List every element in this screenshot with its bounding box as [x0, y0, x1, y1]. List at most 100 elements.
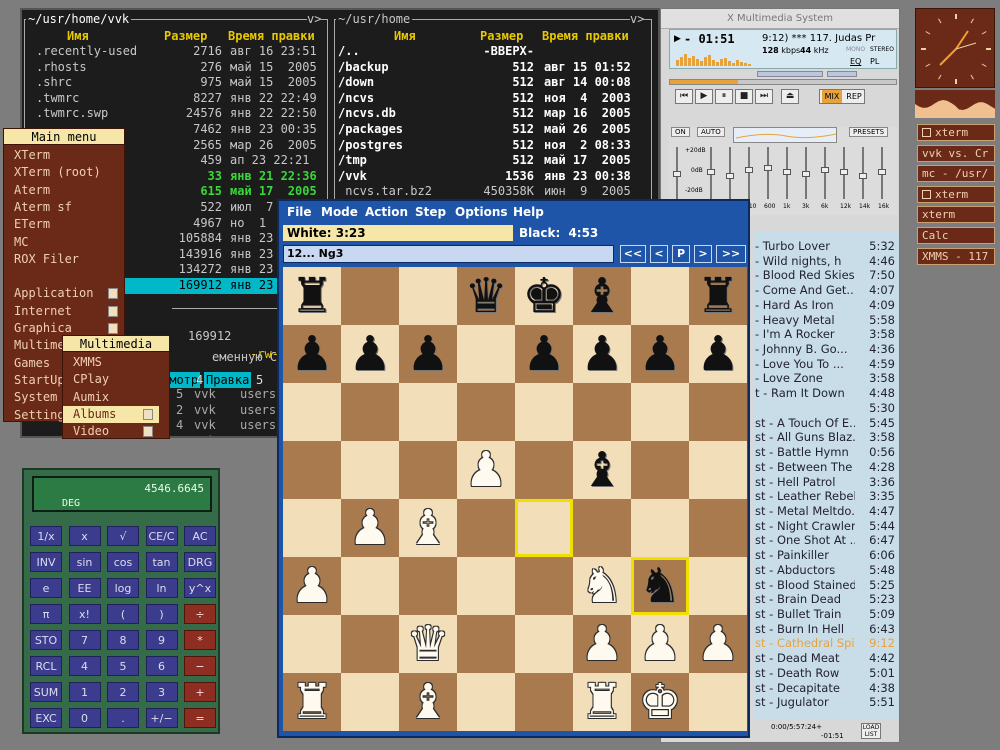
- board-square[interactable]: [341, 615, 399, 673]
- load-list-button[interactable]: LOAD LIST: [861, 723, 881, 739]
- board-square[interactable]: [515, 557, 573, 615]
- playlist-item[interactable]: st - Blood Stained 5:25: [753, 578, 899, 593]
- calc-button[interactable]: 1: [68, 682, 101, 702]
- calc-button[interactable]: STO: [30, 630, 62, 650]
- board-square[interactable]: [689, 383, 747, 441]
- xmms-volume-slider[interactable]: [757, 71, 823, 77]
- mc-right-row[interactable]: /ncvs.db 512 мар 16 2005: [334, 106, 652, 122]
- eq-slider-knob[interactable]: [859, 173, 867, 180]
- board-square[interactable]: [515, 441, 573, 499]
- board-square[interactable]: [515, 673, 573, 731]
- board-square[interactable]: [283, 441, 341, 499]
- black-pawn-icon[interactable]: ♟: [348, 326, 391, 382]
- calc-button[interactable]: INV: [30, 552, 62, 572]
- calc-button[interactable]: 6: [145, 656, 178, 676]
- board-square[interactable]: ♚: [631, 673, 689, 731]
- calc-button[interactable]: 9: [145, 630, 178, 650]
- board-square[interactable]: [631, 383, 689, 441]
- main-menu-item[interactable]: XTerm (root): [14, 164, 124, 181]
- calc-button[interactable]: *: [184, 630, 216, 650]
- eq-slider-track[interactable]: [767, 147, 769, 199]
- xmms-balance-slider[interactable]: [827, 71, 857, 77]
- playlist-item[interactable]: st - Leather Rebel 3:35: [753, 489, 899, 504]
- fkey-label[interactable]: Правка: [204, 372, 252, 388]
- board-square[interactable]: ♟: [341, 499, 399, 557]
- board-square[interactable]: [341, 441, 399, 499]
- calc-button[interactable]: EE: [68, 578, 101, 598]
- black-pawn-icon[interactable]: ♟: [638, 326, 681, 382]
- board-square[interactable]: [399, 557, 457, 615]
- mc-left-row[interactable]: .twmrc.swp 24576 янв 22 22:50: [24, 106, 328, 122]
- nav-button[interactable]: >: [694, 245, 712, 263]
- eq-presets-button[interactable]: PRESETS: [849, 127, 889, 137]
- black-rook-icon[interactable]: ♜: [696, 268, 739, 324]
- task-button[interactable]: Calc: [917, 227, 995, 244]
- mc-left-row[interactable]: .shrc 975 май 15 2005: [24, 75, 328, 91]
- playlist-item[interactable]: st - Metal Meltdo... 4:47: [753, 504, 899, 519]
- board-square[interactable]: ♟: [283, 325, 341, 383]
- board-square[interactable]: [341, 267, 399, 325]
- mc-left-row[interactable]: .rhosts 276 май 15 2005: [24, 60, 328, 76]
- board-square[interactable]: [457, 557, 515, 615]
- mc-right-row[interactable]: /ncvs 512 ноя 4 2003: [334, 91, 652, 107]
- board-square[interactable]: [515, 615, 573, 673]
- main-menu-item[interactable]: MC: [14, 234, 124, 251]
- board-square[interactable]: ♞: [631, 557, 689, 615]
- nav-button[interactable]: >>: [716, 245, 746, 263]
- calc-button[interactable]: EXC: [30, 708, 62, 728]
- playlist-item[interactable]: - Hard As Iron 4:09: [753, 298, 899, 313]
- eq-slider-knob[interactable]: [783, 169, 791, 175]
- board-square[interactable]: ♝: [573, 267, 631, 325]
- white-king-icon[interactable]: ♚: [638, 674, 681, 730]
- task-button[interactable]: vvk vs. Cr: [917, 144, 995, 162]
- nav-button[interactable]: <: [650, 245, 668, 263]
- calc-button[interactable]: RCL: [30, 656, 62, 676]
- board-square[interactable]: [689, 557, 747, 615]
- black-pawn-icon[interactable]: ♟: [696, 326, 739, 382]
- board-square[interactable]: [399, 383, 457, 441]
- white-pawn-icon[interactable]: ♟: [290, 558, 333, 614]
- chess-menu-item[interactable]: Step: [415, 205, 446, 219]
- calc-button[interactable]: −: [184, 656, 216, 676]
- xmms-rep-button[interactable]: REP: [844, 90, 864, 103]
- calc-button[interactable]: 1/x: [30, 526, 62, 546]
- chess-menu-item[interactable]: Help: [513, 205, 544, 219]
- black-pawn-icon[interactable]: ♟: [522, 326, 565, 382]
- white-knight-icon[interactable]: ♞: [580, 558, 623, 614]
- eq-slider-knob[interactable]: [726, 173, 734, 180]
- board-square[interactable]: ♛: [457, 267, 515, 325]
- board-square[interactable]: ♜: [283, 267, 341, 325]
- calc-button[interactable]: .: [107, 708, 139, 728]
- board-square[interactable]: [341, 673, 399, 731]
- board-square[interactable]: [689, 499, 747, 557]
- playlist-item[interactable]: st - Brain Dead 5:23: [753, 592, 899, 607]
- board-square[interactable]: ♟: [283, 557, 341, 615]
- playlist-item[interactable]: st - Dead Meat 4:42: [753, 651, 899, 666]
- board-square[interactable]: ♚: [515, 267, 573, 325]
- board-square[interactable]: [573, 499, 631, 557]
- playlist-item[interactable]: - I'm A Rocker 3:58: [753, 327, 899, 342]
- eject-icon[interactable]: ⏏: [781, 89, 799, 104]
- main-menu-item[interactable]: Aterm sf: [14, 199, 124, 216]
- mc-right-row[interactable]: /vvk 1536 янв 23 00:38: [334, 169, 652, 185]
- board-square[interactable]: ♟: [573, 615, 631, 673]
- mc-right-row[interactable]: /postgres 512 ноя 2 08:33: [334, 138, 652, 154]
- calc-button[interactable]: log: [107, 578, 139, 598]
- calc-button[interactable]: √: [107, 526, 139, 546]
- calc-button[interactable]: sin: [68, 552, 101, 572]
- playlist-item[interactable]: - Come And Get... 4:07: [753, 283, 899, 298]
- main-menu-item[interactable]: ROX Filer: [14, 251, 124, 268]
- playlist-item[interactable]: st - Painkiller 6:06: [753, 548, 899, 563]
- main-menu-item[interactable]: Application: [14, 285, 124, 302]
- eq-slider-knob[interactable]: [821, 166, 829, 173]
- multimedia-menu-item[interactable]: XMMS: [63, 354, 159, 371]
- calc-button[interactable]: 0: [68, 708, 101, 728]
- eq-slider-knob[interactable]: [673, 171, 681, 178]
- xmms-eq-toggle[interactable]: EQ: [850, 57, 861, 66]
- board-square[interactable]: [573, 383, 631, 441]
- board-square[interactable]: [457, 499, 515, 557]
- calc-button[interactable]: x!: [68, 604, 101, 624]
- white-rook-icon[interactable]: ♜: [290, 674, 333, 730]
- task-button[interactable]: xterm: [917, 124, 995, 141]
- calculator-window[interactable]: 4546.6645 DEG 1/x x √ CE/C AC INV sin cos tan DRG…: [22, 468, 220, 734]
